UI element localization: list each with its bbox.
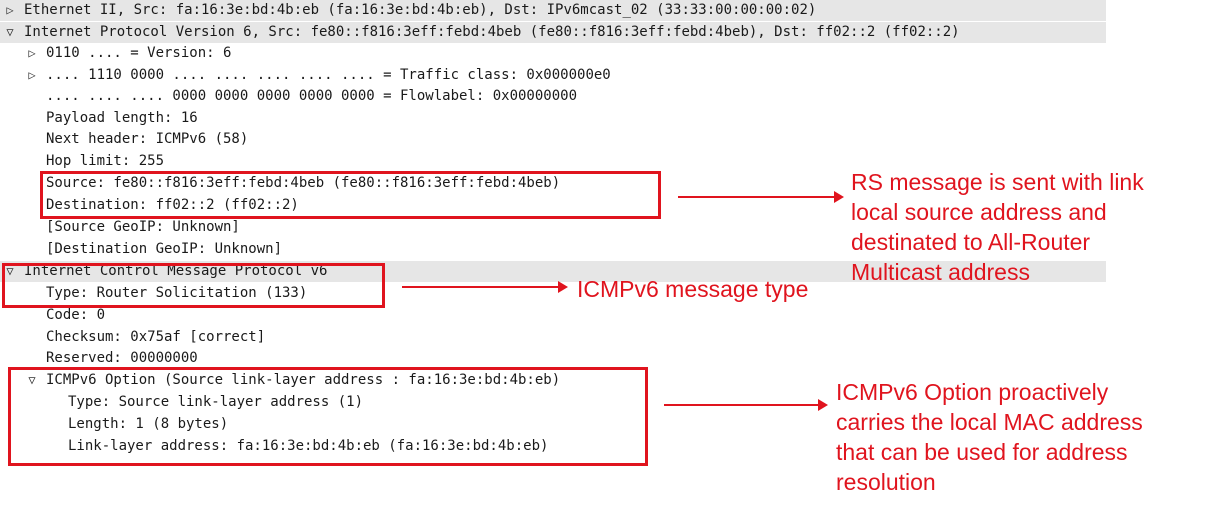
annotation-line: that can be used for address bbox=[836, 439, 1128, 465]
annotation-line: RS message is sent with link bbox=[851, 169, 1144, 195]
highlight-box-source-destination bbox=[40, 171, 661, 219]
row-label: Next header: ICMPv6 (58) bbox=[46, 131, 249, 147]
row-label: Ethernet II, Src: fa:16:3e:bd:4b:eb (fa:… bbox=[24, 2, 817, 18]
tree-row-ipv6[interactable]: ▽ Internet Protocol Version 6, Src: fe80… bbox=[0, 21, 1106, 43]
annotation-line: ICMPv6 Option proactively bbox=[836, 379, 1109, 405]
tree-row-traffic-class[interactable]: ▷ .... 1110 0000 .... .... .... .... ...… bbox=[0, 65, 1106, 86]
row-label: [Destination GeoIP: Unknown] bbox=[46, 241, 283, 257]
highlight-box-icmp-type bbox=[2, 263, 385, 308]
row-label: Payload length: 16 bbox=[46, 109, 198, 126]
tree-row-checksum[interactable]: Checksum: 0x75af [correct] bbox=[0, 327, 1106, 348]
row-label: Checksum: 0x75af [correct] bbox=[46, 328, 266, 345]
annotation-line: destinated to All-Router bbox=[851, 229, 1091, 255]
collapse-triangle-icon[interactable]: ▽ bbox=[3, 22, 17, 43]
row-label: .... 1110 0000 .... .... .... .... .... … bbox=[46, 66, 611, 83]
arrow-icon bbox=[664, 398, 828, 412]
annotation-rs-message: RS message is sent with link local sourc… bbox=[851, 167, 1144, 287]
row-label: Reserved: 00000000 bbox=[46, 350, 198, 366]
annotation-icmp-type: ICMPv6 message type bbox=[577, 274, 808, 304]
annotation-line: Multicast address bbox=[851, 259, 1030, 285]
tree-row-flowlabel[interactable]: .... .... .... 0000 0000 0000 0000 0000 … bbox=[0, 86, 1106, 107]
tree-row-reserved[interactable]: Reserved: 00000000 bbox=[0, 348, 1106, 369]
expand-triangle-icon[interactable]: ▷ bbox=[3, 0, 17, 21]
tree-row-version[interactable]: ▷ 0110 .... = Version: 6 bbox=[0, 43, 1106, 64]
annotation-line: local source address and bbox=[851, 199, 1107, 225]
tree-row-ethernet[interactable]: ▷ Ethernet II, Src: fa:16:3e:bd:4b:eb (f… bbox=[0, 0, 1106, 21]
row-label: 0110 .... = Version: 6 bbox=[46, 45, 232, 61]
expand-triangle-icon[interactable]: ▷ bbox=[25, 65, 39, 86]
row-label: .... .... .... 0000 0000 0000 0000 0000 … bbox=[46, 88, 578, 104]
expand-triangle-icon[interactable]: ▷ bbox=[25, 43, 39, 64]
row-label: Internet Protocol Version 6, Src: fe80::… bbox=[24, 23, 960, 40]
annotation-icmpv6-option: ICMPv6 Option proactively carries the lo… bbox=[836, 377, 1143, 497]
arrow-icon bbox=[402, 280, 568, 294]
row-label: [Source GeoIP: Unknown] bbox=[46, 219, 240, 235]
annotation-line: ICMPv6 message type bbox=[577, 276, 809, 302]
arrow-icon bbox=[678, 190, 844, 204]
tree-row-code[interactable]: Code: 0 bbox=[0, 305, 1106, 326]
tree-row-next-header[interactable]: Next header: ICMPv6 (58) bbox=[0, 129, 1106, 150]
row-label: Hop limit: 255 bbox=[46, 152, 165, 169]
annotation-line: resolution bbox=[836, 469, 936, 495]
tree-row-payload-length[interactable]: Payload length: 16 bbox=[0, 108, 1106, 129]
row-label: Code: 0 bbox=[46, 307, 106, 323]
annotation-line: carries the local MAC address bbox=[836, 409, 1143, 435]
highlight-box-icmpv6-option bbox=[8, 367, 648, 466]
